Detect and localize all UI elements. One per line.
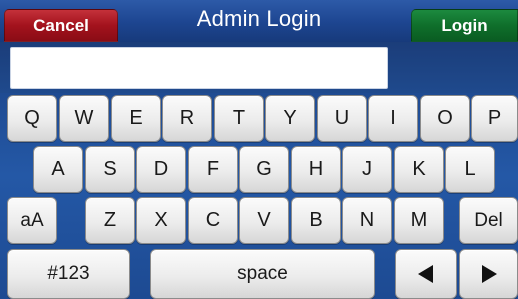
key-p[interactable]: P — [471, 95, 518, 142]
right-arrow-icon — [481, 265, 497, 283]
key-r[interactable]: R — [162, 95, 212, 142]
left-arrow-icon — [418, 265, 433, 283]
key-u[interactable]: U — [317, 95, 367, 142]
on-screen-keyboard: Q W E R T Y U I O P A S D F G H J K L aA… — [0, 93, 518, 299]
symbols-key[interactable]: #123 — [7, 249, 130, 299]
key-b[interactable]: B — [291, 197, 341, 244]
key-e[interactable]: E — [111, 95, 161, 142]
key-y[interactable]: Y — [265, 95, 315, 142]
password-input[interactable] — [10, 47, 388, 89]
cancel-button[interactable]: Cancel — [4, 9, 118, 42]
key-t[interactable]: T — [214, 95, 264, 142]
case-toggle-key[interactable]: aA — [7, 197, 57, 244]
key-a[interactable]: A — [33, 146, 83, 193]
key-f[interactable]: F — [188, 146, 238, 193]
key-l[interactable]: L — [445, 146, 495, 193]
delete-key[interactable]: Del — [459, 197, 518, 244]
key-h[interactable]: H — [291, 146, 341, 193]
cursor-left-key[interactable] — [395, 249, 457, 299]
key-v[interactable]: V — [239, 197, 289, 244]
key-c[interactable]: C — [188, 197, 238, 244]
key-q[interactable]: Q — [7, 95, 57, 142]
key-g[interactable]: G — [239, 146, 289, 193]
key-n[interactable]: N — [342, 197, 392, 244]
key-j[interactable]: J — [342, 146, 392, 193]
key-o[interactable]: O — [420, 95, 470, 142]
login-button[interactable]: Login — [411, 9, 518, 42]
key-s[interactable]: S — [85, 146, 135, 193]
key-w[interactable]: W — [59, 95, 109, 142]
cursor-right-key[interactable] — [459, 249, 518, 299]
key-x[interactable]: X — [136, 197, 186, 244]
key-d[interactable]: D — [136, 146, 186, 193]
key-k[interactable]: K — [394, 146, 444, 193]
key-i[interactable]: I — [368, 95, 418, 142]
space-key[interactable]: space — [150, 249, 375, 299]
key-z[interactable]: Z — [85, 197, 135, 244]
key-m[interactable]: M — [394, 197, 444, 244]
